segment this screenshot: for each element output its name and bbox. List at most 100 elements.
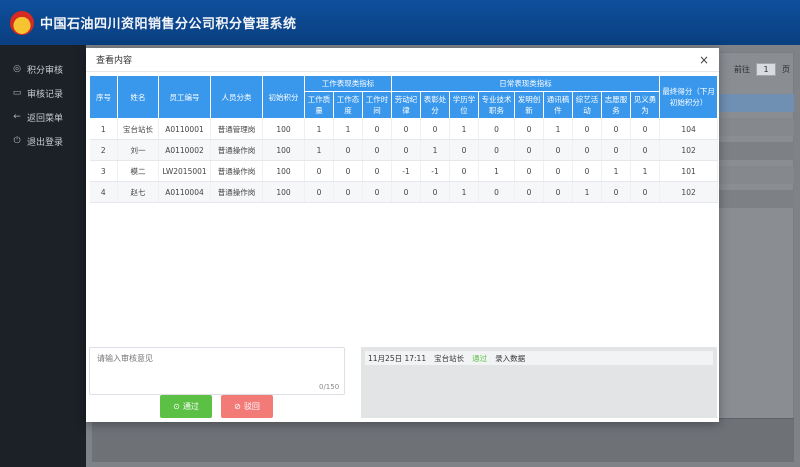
- col-tech-title: 专业技术职务: [478, 91, 515, 119]
- cell-work-quality: 1: [304, 139, 334, 161]
- opinion-char-counter: 0/150: [319, 383, 340, 391]
- cell-innovation: 0: [514, 181, 544, 203]
- cell-reward: -1: [420, 160, 450, 182]
- score-table: 序号 姓名 员工编号 人员分类 初始积分 工作表现类指标 日常表现类指标 最终得…: [89, 75, 719, 203]
- pager-goto-label: 前往: [734, 65, 750, 74]
- app-header: 中国石油四川资阳销售分公司积分管理系统: [0, 0, 800, 45]
- background-row: [718, 190, 794, 208]
- review-log-panel: 11月25日 17:11 宝台站长 通过 录入数据: [361, 347, 717, 418]
- cell-employee-id: A0110004: [158, 181, 211, 203]
- sidebar-item-label: 审核记录: [27, 89, 64, 100]
- sidebar-item-label: 返回菜单: [27, 113, 64, 124]
- table-row[interactable]: 3 模二 LW2015001 普通操作岗 100 0 0 0 -1 -1 0 1…: [89, 160, 719, 182]
- review-opinion-input[interactable]: [89, 347, 345, 395]
- reject-button[interactable]: ⊘ 驳回: [221, 395, 273, 418]
- alert-circle-icon: ⊘: [234, 402, 241, 411]
- cell-news: 0: [543, 181, 573, 203]
- background-row: [718, 118, 794, 136]
- col-volunteer: 志愿服务: [601, 91, 631, 119]
- cell-tech-title: 0: [478, 139, 515, 161]
- cell-innovation: 0: [514, 118, 544, 140]
- cell-tech-title: 1: [478, 160, 515, 182]
- cell-work-time: 0: [362, 139, 392, 161]
- cell-culture: 1: [572, 181, 602, 203]
- col-discipline: 劳动纪律: [391, 91, 421, 119]
- cell-innovation: 0: [514, 160, 544, 182]
- cell-work-attitude: 0: [333, 160, 363, 182]
- cell-education: 1: [449, 181, 479, 203]
- pager-page-input[interactable]: 1: [756, 63, 776, 76]
- background-row: [718, 94, 794, 112]
- cell-reward: 1: [420, 139, 450, 161]
- col-initial: 初始积分: [262, 75, 305, 119]
- col-culture: 综艺活动: [572, 91, 602, 119]
- log-status: 通过: [472, 353, 488, 363]
- close-icon[interactable]: ×: [699, 53, 709, 67]
- sidebar-item-back[interactable]: ← 返回菜单: [0, 105, 86, 129]
- cell-employee-id: A0110001: [158, 118, 211, 140]
- cell-tech-title: 0: [478, 118, 515, 140]
- sidebar-item-label: 退出登录: [27, 137, 64, 148]
- sidebar: ◎ 积分审核 ▭ 审核记录 ← 返回菜单 ⏻ 退出登录: [0, 45, 86, 467]
- log-entry: 11月25日 17:11 宝台站长 通过 录入数据: [365, 351, 713, 365]
- cell-volunteer: 0: [601, 139, 631, 161]
- col-group-daily: 日常表现类指标: [390, 75, 661, 92]
- cell-bravery: 1: [630, 160, 661, 182]
- col-final: 最终得分（下月初始积分）: [659, 75, 719, 119]
- cell-innovation: 0: [514, 139, 544, 161]
- sidebar-item-review[interactable]: ◎ 积分审核: [0, 57, 86, 81]
- cell-news: 0: [543, 139, 573, 161]
- cell-final: 104: [659, 118, 719, 140]
- background-row: [718, 142, 794, 160]
- cell-initial: 100: [262, 139, 305, 161]
- power-icon: ⏻: [13, 136, 21, 146]
- cell-culture: 0: [572, 160, 602, 182]
- cell-work-time: 0: [362, 118, 392, 140]
- cell-news: 0: [543, 160, 573, 182]
- cell-education: 0: [449, 160, 479, 182]
- cell-employee-id: LW2015001: [158, 160, 211, 182]
- table-row[interactable]: 4 赵七 A0110004 普通操作岗 100 0 0 0 0 0 1 0 0 …: [89, 181, 719, 203]
- cell-initial: 100: [262, 181, 305, 203]
- table-row[interactable]: 1 宝台站长 A0110001 普通管理岗 100 1 1 0 0 0 1 0 …: [89, 118, 719, 140]
- cell-final: 102: [659, 181, 719, 203]
- cell-volunteer: 1: [601, 160, 631, 182]
- cell-bravery: 0: [630, 118, 661, 140]
- cell-category: 普通操作岗: [210, 181, 263, 203]
- pass-button[interactable]: ⊙ 通过: [160, 395, 212, 418]
- modal-title: 查看内容: [96, 56, 133, 66]
- col-news: 通讯稿件: [543, 91, 573, 119]
- cell-category: 普通管理岗: [210, 118, 263, 140]
- cell-index: 4: [89, 181, 118, 203]
- pagination: 前往 1 页: [734, 63, 790, 76]
- cell-discipline: -1: [391, 160, 421, 182]
- cell-tech-title: 0: [478, 181, 515, 203]
- col-bravery: 见义勇为: [629, 91, 661, 119]
- cell-volunteer: 0: [601, 181, 631, 203]
- cell-reward: 0: [420, 118, 450, 140]
- col-work-attitude: 工作态度: [333, 91, 363, 119]
- check-circle-icon: ⊙: [173, 402, 180, 411]
- cell-name: 宝台站长: [117, 118, 159, 140]
- cell-employee-id: A0110002: [158, 139, 211, 161]
- sidebar-item-records[interactable]: ▭ 审核记录: [0, 81, 86, 105]
- col-education: 学历学位: [449, 91, 479, 119]
- sidebar-item-label: 积分审核: [27, 65, 64, 76]
- cell-initial: 100: [262, 160, 305, 182]
- cell-discipline: 0: [391, 118, 421, 140]
- cell-work-attitude: 0: [333, 181, 363, 203]
- cell-culture: 0: [572, 118, 602, 140]
- sidebar-item-logout[interactable]: ⏻ 退出登录: [0, 129, 86, 153]
- table-row[interactable]: 2 刘一 A0110002 普通操作岗 100 1 0 0 0 1 0 0 0 …: [89, 139, 719, 161]
- cell-final: 102: [659, 139, 719, 161]
- cell-work-attitude: 1: [333, 118, 363, 140]
- cell-education: 0: [449, 139, 479, 161]
- cell-work-time: 0: [362, 160, 392, 182]
- folder-icon: ▭: [12, 88, 22, 98]
- cell-news: 1: [543, 118, 573, 140]
- col-group-work: 工作表现类指标: [304, 75, 392, 92]
- cell-name: 刘一: [117, 139, 159, 161]
- background-footer: [92, 418, 794, 462]
- cell-volunteer: 0: [601, 118, 631, 140]
- view-content-modal: 查看内容 × 序号 姓名 员工编号 人员分类 初始积分 工作表现类指标 日常表现…: [86, 48, 719, 422]
